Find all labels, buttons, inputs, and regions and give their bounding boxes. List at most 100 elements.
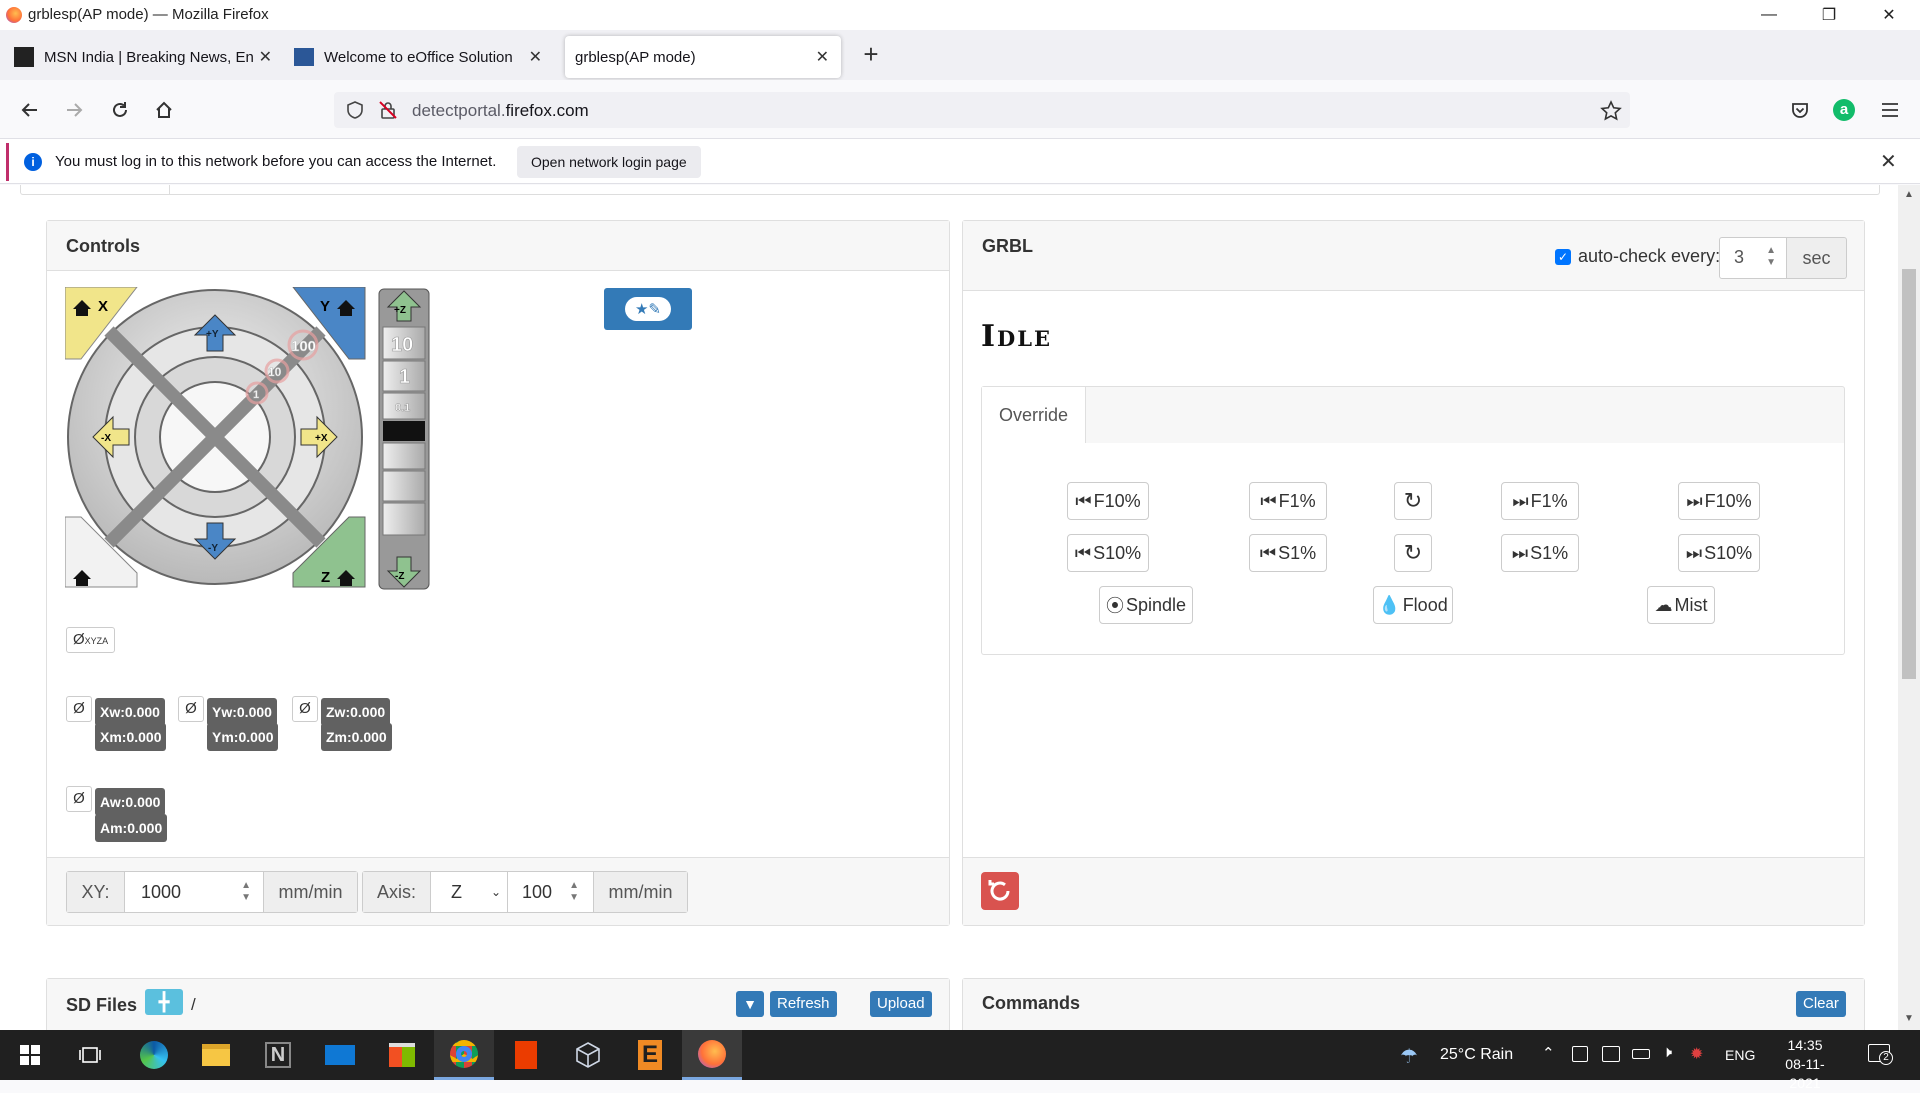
new-tab-button[interactable]: + — [856, 40, 886, 70]
autocheck-checkbox[interactable]: ✓ — [1555, 249, 1571, 265]
step-back-icon: ⏮ — [1259, 542, 1277, 563]
xy-spinner-icon[interactable]: ▲ ▼ — [241, 872, 251, 904]
tab-msn[interactable]: MSN India | Breaking News, Ent ✕ — [8, 36, 280, 78]
zero-a-button[interactable]: Ø — [66, 786, 92, 812]
firefox-icon — [698, 1039, 726, 1068]
url-bar[interactable]: detectportal.firefox.com — [334, 92, 1630, 128]
zero-z-button[interactable]: Ø — [292, 696, 318, 722]
taskbar-notepad[interactable]: N — [248, 1030, 308, 1080]
close-window-button[interactable]: ✕ — [1860, 0, 1918, 30]
zero-y-button[interactable]: Ø — [178, 696, 204, 722]
zero-all-button[interactable]: ØXYZA — [66, 627, 116, 653]
z-step-minus-10[interactable] — [382, 502, 426, 536]
mist-toggle-button[interactable]: ☁ Mist — [1647, 586, 1715, 624]
scroll-up-icon[interactable]: ▲ — [1904, 189, 1914, 200]
feed-minus-1-button[interactable]: ⏮ F1% — [1249, 482, 1327, 520]
create-folder-button[interactable]: ╋ — [145, 989, 183, 1015]
tab-eoffice[interactable]: Welcome to eOffice Solution ✕ — [288, 36, 554, 78]
step-forward-icon: ⏭ — [1512, 490, 1529, 511]
z-step-minus-0-1[interactable] — [382, 442, 426, 470]
reload-button[interactable] — [104, 94, 136, 126]
meet-now-icon[interactable] — [1572, 1046, 1588, 1062]
filter-button[interactable]: ▼ — [736, 991, 764, 1017]
taskbar-edge[interactable] — [124, 1030, 184, 1080]
taskbar-chrome[interactable] — [434, 1030, 494, 1080]
back-button[interactable] — [14, 94, 46, 126]
feed-minus-1-label: F1% — [1278, 490, 1316, 511]
axis-feedrate-input[interactable]: 100 ▲ ▼ — [507, 872, 593, 912]
taskbar-office[interactable] — [496, 1030, 556, 1080]
upload-button[interactable]: Upload — [870, 991, 932, 1017]
feed-minus-10-button[interactable]: ⏮ F10% — [1067, 482, 1149, 520]
spindle-plus-10-button[interactable]: ⏭ S10% — [1678, 534, 1760, 572]
feed-plus-10-button[interactable]: ⏭ F10% — [1678, 482, 1760, 520]
scroll-down-icon[interactable]: ▼ — [1904, 1013, 1914, 1024]
start-button[interactable] — [0, 1030, 60, 1080]
taskbar-mail[interactable] — [310, 1030, 370, 1080]
close-tab-icon[interactable]: ✕ — [259, 47, 272, 67]
z-jog-column[interactable]: +Z -Z 10 1 0.1 — [377, 287, 431, 597]
interval-spinner-icon[interactable]: ▲ ▼ — [1766, 245, 1776, 269]
volume-icon[interactable]: 🕨 — [1662, 1044, 1672, 1062]
show-hidden-icons-chevron-icon[interactable]: ⌃ — [1542, 1044, 1555, 1062]
spindle-reset-button[interactable]: ↻ — [1394, 534, 1432, 572]
controls-header: Controls — [47, 221, 949, 271]
flood-toggle-button[interactable]: 💧 Flood — [1373, 586, 1453, 624]
close-tab-icon[interactable]: ✕ — [816, 47, 829, 67]
url-text[interactable]: detectportal.firefox.com — [412, 101, 589, 121]
spindle-minus-1-button[interactable]: ⏮ S1% — [1249, 534, 1327, 572]
spindle-plus-1-button[interactable]: ⏭ S1% — [1501, 534, 1579, 572]
tray-app-icon[interactable]: ✹ — [1690, 1044, 1703, 1064]
weather-text[interactable]: 25°C Rain — [1440, 1046, 1513, 1064]
app-menu-button[interactable] — [1874, 94, 1906, 126]
axis-select[interactable]: Z ⌄ — [431, 872, 507, 912]
page-content: Controls X Y Z +Y -Y -X +X 100 10 1 +Z -… — [0, 185, 1898, 1030]
z-step-minus-1[interactable] — [382, 470, 426, 502]
close-tab-icon[interactable]: ✕ — [529, 47, 542, 67]
n-app-icon: N — [265, 1042, 291, 1068]
taskbar-store[interactable] — [372, 1030, 432, 1080]
tab-grblesp[interactable]: grblesp(AP mode) ✕ — [565, 36, 841, 78]
close-notification-icon[interactable]: ✕ — [1880, 149, 1897, 174]
battery-icon[interactable] — [1632, 1049, 1650, 1059]
axis-spinner-icon[interactable]: ▲ ▼ — [569, 872, 579, 904]
network-icon[interactable] — [1602, 1046, 1620, 1062]
restore-button[interactable]: ❐ — [1800, 0, 1858, 30]
tab-label: Welcome to eOffice Solution — [324, 48, 513, 66]
spindle-minus-10-button[interactable]: ⏮ S10% — [1067, 534, 1149, 572]
tab-override[interactable]: Override — [982, 387, 1086, 445]
input-language[interactable]: ENG — [1725, 1047, 1755, 1063]
minimize-button[interactable]: — — [1740, 0, 1798, 30]
account-button[interactable]: a — [1828, 94, 1860, 126]
soft-reset-button[interactable] — [981, 872, 1019, 910]
taskbar-e-app[interactable]: E — [620, 1030, 680, 1080]
scrollbar-thumb[interactable] — [1902, 269, 1916, 679]
feed-reset-button[interactable]: ↻ — [1394, 482, 1432, 520]
reset-icon: ↻ — [1403, 488, 1423, 513]
task-view-button[interactable] — [60, 1030, 120, 1080]
taskbar-virtualbox[interactable] — [558, 1030, 618, 1080]
pocket-button[interactable] — [1784, 94, 1816, 126]
grbl-footer — [963, 857, 1864, 925]
chrome-icon — [450, 1039, 478, 1068]
feed-plus-1-button[interactable]: ⏭ F1% — [1501, 482, 1579, 520]
zero-x-button[interactable]: Ø — [66, 696, 92, 722]
xy-feedrate-input[interactable]: 1000 ▲ ▼ — [125, 872, 263, 912]
store-icon — [389, 1043, 415, 1067]
open-login-page-button[interactable]: Open network login page — [517, 146, 701, 178]
spindle-toggle-button[interactable]: ⦿ Spindle — [1099, 586, 1193, 624]
notification-center-icon[interactable]: 2 — [1868, 1044, 1893, 1065]
autocheck-interval-input[interactable]: 3 ▲ ▼ — [1719, 237, 1787, 279]
spindle-label: Spindle — [1125, 594, 1187, 615]
jog-wheel[interactable]: X Y Z +Y -Y -X +X 100 10 1 — [65, 287, 375, 605]
refresh-button[interactable]: Refresh — [770, 991, 837, 1017]
clear-commands-button[interactable]: Clear — [1796, 991, 1846, 1017]
page-scrollbar[interactable]: ▲ ▼ — [1898, 185, 1920, 1030]
taskbar-firefox[interactable] — [682, 1030, 742, 1080]
taskbar-file-explorer[interactable] — [186, 1030, 246, 1080]
home-button[interactable] — [148, 94, 180, 126]
clock[interactable]: 14:35 08-11-2021 — [1770, 1036, 1840, 1093]
tab-label: MSN India | Breaking News, Ent — [44, 48, 254, 66]
forward-button[interactable] — [58, 94, 90, 126]
edit-macros-button[interactable]: ★✎ — [604, 288, 692, 330]
